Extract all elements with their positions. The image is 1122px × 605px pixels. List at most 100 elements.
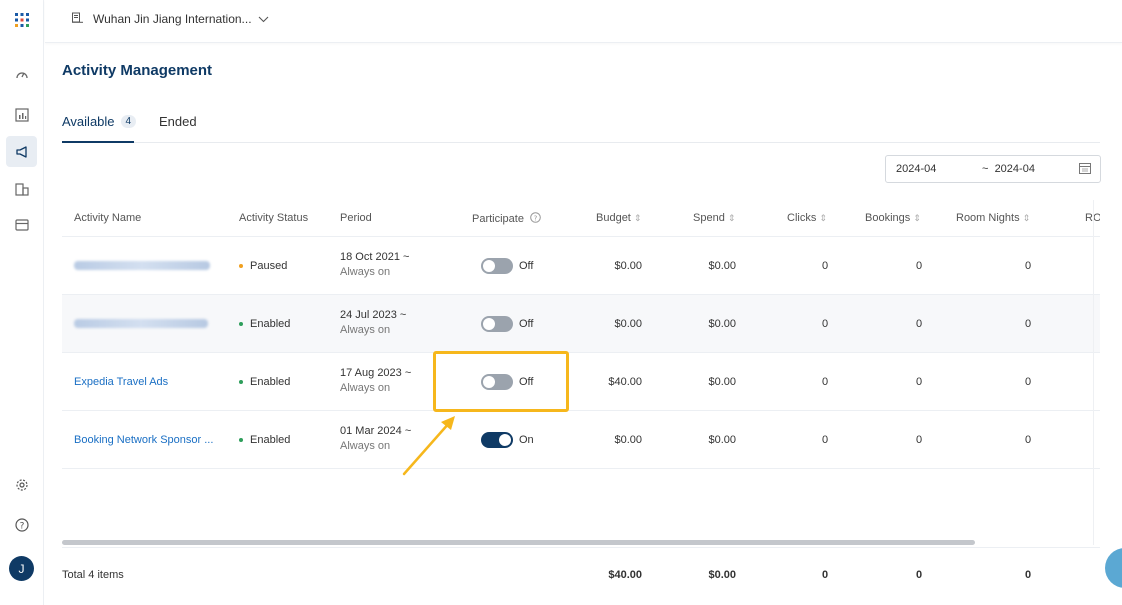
room-nights-cell: 0 — [1024, 376, 1032, 388]
page-title: Activity Management — [62, 62, 213, 79]
sort-icon: ⇕ — [633, 213, 642, 223]
dashboard-gauge-icon[interactable] — [6, 59, 37, 90]
avatar-initial: J — [18, 561, 25, 576]
settings-gear-icon[interactable] — [6, 469, 37, 500]
clicks-cell: 0 — [821, 376, 829, 388]
spend-cell: $0.00 — [708, 376, 736, 388]
active-tab-indicator — [62, 141, 134, 143]
calendar-icon[interactable] — [1079, 162, 1091, 177]
total-spend: $0.00 — [708, 569, 736, 581]
participate-toggle[interactable]: Off — [481, 258, 533, 274]
sort-icon: ⇕ — [1022, 213, 1031, 223]
property-building-icon[interactable] — [6, 173, 37, 204]
apps-grid-icon[interactable] — [6, 4, 37, 35]
tab-ended[interactable]: Ended — [159, 114, 197, 129]
sort-icon: ⇕ — [913, 213, 921, 223]
hotel-selector[interactable]: Wuhan Jin Jiang Internation... — [72, 12, 269, 26]
total-budget: $40.00 — [608, 569, 642, 581]
horizontal-scrollbar[interactable] — [62, 540, 975, 545]
date-range-picker[interactable]: 2024-04 ~ 2024-04 — [885, 155, 1101, 183]
tab-bar: Available 4 Ended — [62, 106, 1100, 143]
room-nights-cell: 0 — [1024, 260, 1032, 272]
col-room-nights[interactable]: Room Nights ⇕ — [956, 212, 1030, 224]
toggle-switch[interactable] — [481, 316, 513, 332]
room-nights-cell: 0 — [1024, 318, 1032, 330]
svg-text:?: ? — [19, 521, 24, 531]
info-icon[interactable]: ? — [530, 212, 541, 226]
col-activity-name: Activity Name — [74, 212, 142, 224]
campaign-megaphone-icon[interactable] — [6, 136, 37, 167]
table-header: Activity Name Activity Status Period Par… — [62, 200, 1100, 237]
help-circle-icon[interactable]: ? — [6, 509, 37, 540]
bookings-cell: 0 — [915, 434, 923, 446]
date-range-end[interactable]: 2024-04 — [995, 163, 1035, 175]
spend-cell: $0.00 — [708, 318, 736, 330]
activity-name-link[interactable]: Expedia Travel Ads — [74, 376, 168, 388]
sort-icon: ⇕ — [727, 213, 736, 223]
col-budget[interactable]: Budget ⇕ — [596, 212, 641, 224]
budget-cell: $40.00 — [608, 376, 642, 388]
chat-help-bubble[interactable] — [1105, 548, 1122, 588]
hotel-name: Wuhan Jin Jiang Internation... — [93, 12, 252, 26]
activity-name-blurred[interactable] — [74, 319, 208, 328]
tab-available[interactable]: Available 4 — [62, 114, 137, 129]
activity-name-link[interactable]: Booking Network Sponsor ... — [74, 434, 213, 446]
svg-text:?: ? — [534, 214, 538, 222]
total-bookings: 0 — [915, 569, 923, 581]
status-dot — [239, 264, 243, 269]
status-enabled: Enabled — [239, 434, 290, 446]
clicks-cell: 0 — [821, 260, 829, 272]
col-bookings[interactable]: Bookings ⇕ — [865, 212, 921, 224]
sidebar: ? J — [0, 0, 44, 605]
spend-cell: $0.00 — [708, 260, 736, 272]
bookings-cell: 0 — [915, 376, 923, 388]
annotation-arrow — [402, 416, 455, 476]
period: 18 Oct 2021 ~ Always on — [340, 251, 410, 278]
room-nights-cell: 0 — [1024, 434, 1032, 446]
total-room-nights: 0 — [1024, 569, 1032, 581]
clicks-cell: 0 — [821, 318, 829, 330]
tab-available-count: 4 — [120, 115, 137, 128]
divider — [62, 547, 1100, 548]
date-range-start[interactable]: 2024-04 — [896, 163, 936, 175]
bookings-cell: 0 — [915, 318, 923, 330]
total-clicks: 0 — [821, 569, 829, 581]
activity-name-blurred[interactable] — [74, 261, 210, 270]
status-dot — [239, 380, 243, 385]
status-dot — [239, 438, 243, 443]
status-enabled: Enabled — [239, 376, 290, 388]
col-spend[interactable]: Spend ⇕ — [693, 212, 735, 224]
period: 24 Jul 2023 ~ Always on — [340, 309, 407, 336]
date-range-separator: ~ 2024-04 — [982, 163, 1035, 175]
building-icon — [72, 12, 83, 26]
status-enabled: Enabled — [239, 318, 290, 330]
user-avatar[interactable]: J — [9, 556, 34, 581]
table-row: Booking Network Sponsor ... Enabled 01 M… — [62, 411, 1100, 469]
report-chart-icon[interactable] — [6, 99, 37, 130]
budget-cell: $0.00 — [614, 260, 642, 272]
table-row: Paused 18 Oct 2021 ~ Always on Off $0.00 … — [62, 237, 1100, 295]
vertical-scroll-rail[interactable] — [1093, 200, 1100, 545]
table-row: Expedia Travel Ads Enabled 17 Aug 2023 ~… — [62, 353, 1100, 411]
clicks-cell: 0 — [821, 434, 829, 446]
col-clicks[interactable]: Clicks ⇕ — [787, 212, 827, 224]
table-row: Enabled 24 Jul 2023 ~ Always on Off $0.00… — [62, 295, 1100, 353]
highlight-box — [433, 351, 569, 412]
toggle-switch[interactable] — [481, 258, 513, 274]
tab-available-label: Available — [62, 114, 115, 129]
chevron-down-icon — [258, 12, 269, 26]
top-bar: Wuhan Jin Jiang Internation... — [45, 0, 1122, 43]
budget-cell: $0.00 — [614, 434, 642, 446]
toggle-switch[interactable] — [481, 432, 513, 448]
participate-toggle[interactable]: Off — [481, 316, 533, 332]
participate-toggle[interactable]: On — [481, 432, 534, 448]
billing-card-icon[interactable] — [6, 209, 37, 240]
col-participate: Participate ? — [472, 212, 541, 226]
spend-cell: $0.00 — [708, 434, 736, 446]
activity-table: Activity Name Activity Status Period Par… — [62, 200, 1100, 540]
sort-icon: ⇕ — [819, 213, 827, 223]
col-activity-status: Activity Status — [239, 212, 309, 224]
budget-cell: $0.00 — [614, 318, 642, 330]
total-items: Total 4 items — [62, 569, 124, 581]
tab-ended-label: Ended — [159, 114, 197, 129]
